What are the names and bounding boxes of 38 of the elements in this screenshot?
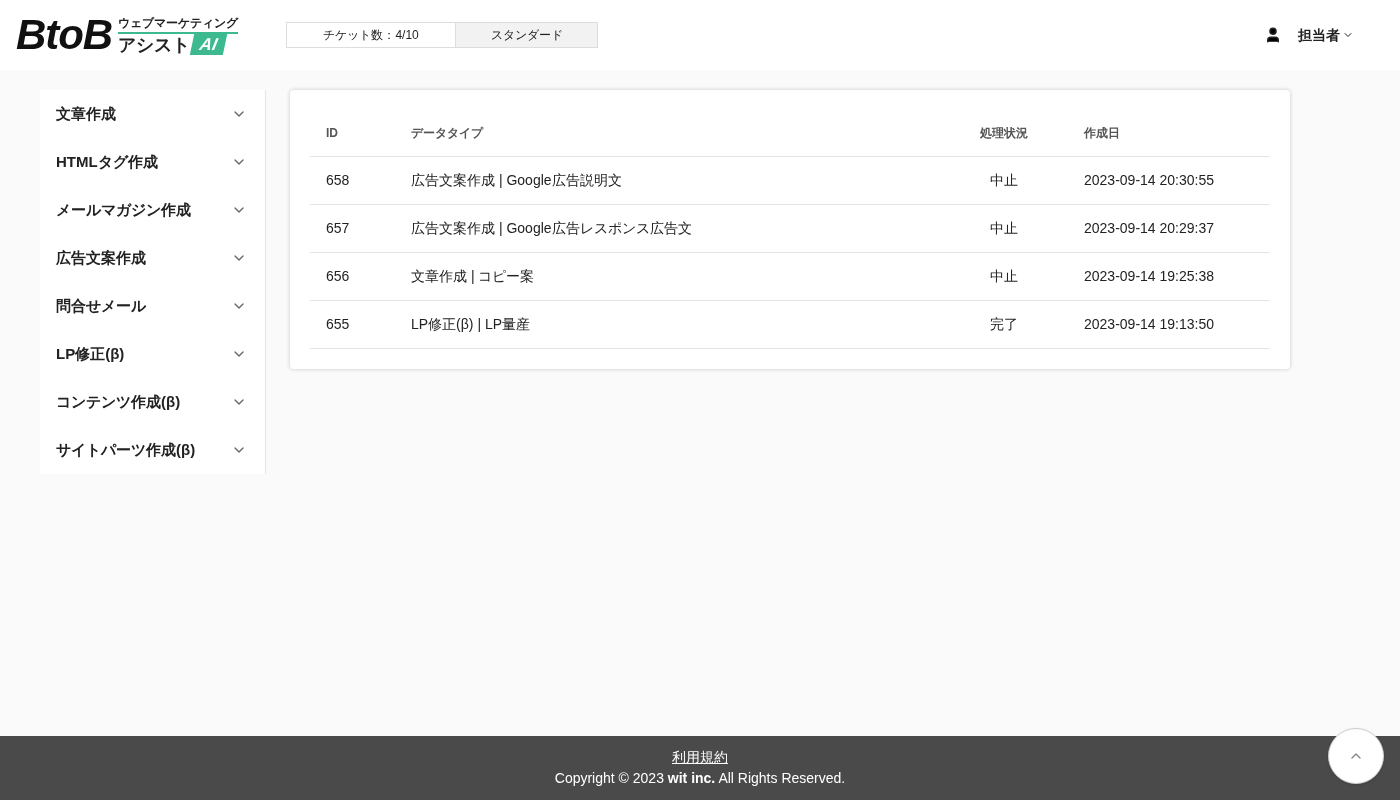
- sidebar-item[interactable]: コンテンツ作成(β): [40, 378, 265, 426]
- table-cell-text: 中止: [989, 171, 1019, 190]
- table-cell-text: 文章作成 | コピー案: [411, 267, 536, 286]
- column-header: 処理状況: [979, 125, 1029, 142]
- sidebar-item[interactable]: サイトパーツ作成(β): [40, 426, 265, 474]
- column-header: ID: [326, 125, 339, 142]
- sidebar-item[interactable]: 文章作成: [40, 90, 265, 138]
- sidebar-item[interactable]: 問合せメール: [40, 282, 265, 330]
- table-cell-text: 中止: [989, 267, 1019, 286]
- table-cell-text: 656: [326, 267, 351, 286]
- user-menu[interactable]: 担当者: [1298, 24, 1354, 46]
- column-header: 作成日: [1083, 125, 1121, 142]
- table-cell-text: 655: [326, 315, 351, 334]
- table-cell-text: 広告文案作成 | Google広告レスポンス広告文: [411, 219, 693, 238]
- logo-name: アシスト: [118, 33, 191, 56]
- table-cell-text: 2023-09-14 20:30:55: [1083, 171, 1215, 190]
- table-cell-text: 2023-09-14 19:25:38: [1083, 267, 1215, 286]
- user-icon[interactable]: [1264, 26, 1282, 44]
- column-header: データタイプ: [411, 125, 485, 142]
- table-cell-text: 657: [326, 219, 351, 238]
- table-cell-text: 2023-09-14 20:29:37: [1083, 219, 1215, 238]
- table-cell-text: 完了: [989, 315, 1019, 334]
- sidebar-item[interactable]: HTMLタグ作成: [40, 138, 265, 186]
- sidebar-item[interactable]: LP修正(β): [40, 330, 265, 378]
- sidebar-item[interactable]: 広告文案作成: [40, 234, 265, 282]
- ticket-count: チケット数：4/10: [286, 22, 457, 48]
- table-cell-text: LP修正(β) | LP量産: [411, 315, 532, 334]
- scroll-top-button[interactable]: [1328, 728, 1384, 784]
- table-cell-text: 中止: [989, 219, 1019, 238]
- table-cell-text: 広告文案作成 | Google広告説明文: [411, 171, 623, 190]
- logo-text: BtoB: [16, 14, 113, 56]
- terms-link[interactable]: 利用規約: [672, 747, 728, 768]
- logo-badge: AI: [189, 34, 228, 56]
- copyright-text: Copyright © 2023 wit inc. All Rights Reserved.: [554, 769, 846, 788]
- table-cell-text: 658: [326, 171, 351, 190]
- plan-label: スタンダード: [456, 22, 599, 48]
- table-cell-text: 2023-09-14 19:13:50: [1083, 315, 1215, 334]
- sidebar-item[interactable]: メールマガジン作成: [40, 186, 265, 234]
